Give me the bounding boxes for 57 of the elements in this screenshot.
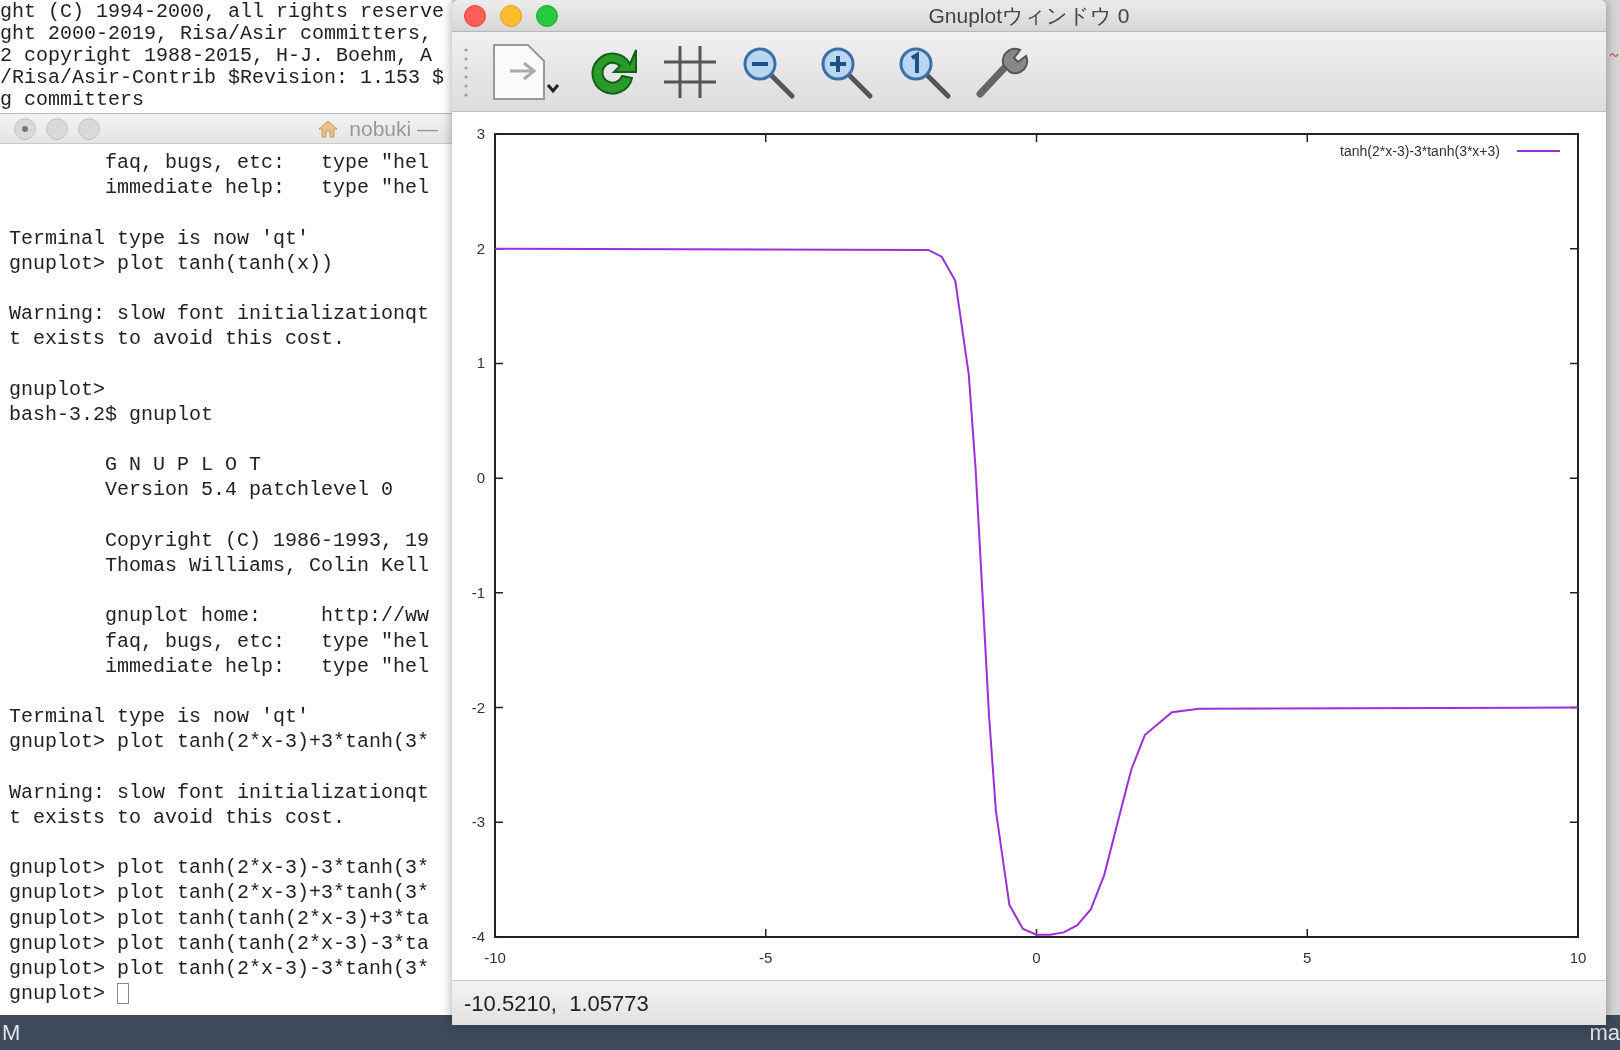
terminal-line: gnuplot> plot tanh(2*x-3)-3*tanh(3* — [9, 855, 430, 881]
y-tick-label: 3 — [476, 125, 485, 142]
grid-icon[interactable] — [662, 43, 718, 100]
desktop-label: M — [1, 1019, 21, 1047]
terminal-line: gnuplot> plot tanh(2*x-3)+3*tanh(3* — [9, 880, 430, 906]
terminal-line: Terminal type is now 'qt' — [9, 704, 310, 730]
close-button[interactable] — [14, 117, 36, 140]
y-tick-label: -1 — [471, 583, 485, 601]
y-tick-label: 0 — [476, 469, 485, 487]
terminal-line: G N U P L O T — [104, 452, 262, 478]
x-tick-label: 10 — [1569, 949, 1587, 966]
x-tick-label: -5 — [759, 949, 773, 966]
terminal-line: bash-3.2$ gnuplot — [9, 401, 214, 428]
x-tick-label: 5 — [1303, 949, 1312, 966]
zoom-button[interactable] — [536, 4, 558, 27]
terminal-line: Warning: slow font initializationqt — [9, 301, 430, 327]
terminal-line: Terminal type is now 'qt' — [9, 225, 310, 251]
terminal-line: gnuplot> plot tanh(2*x-3)+3*tanh(3* — [9, 729, 430, 755]
cursor-coordinates: -10.5210, 1.05773 — [464, 989, 649, 1018]
terminal-line: t exists to avoid this cost. — [9, 804, 346, 831]
squiggle-mark — [1610, 52, 1620, 58]
legend-label: tanh(2*x-3)-3*tanh(3*x+3) — [1340, 143, 1500, 159]
terminal-line: /Risa/Asir-Contrib $Revision: 1.153 $ — [0, 67, 446, 89]
terminal-line: immediate help: type "hel — [104, 653, 430, 679]
terminal-line: Thomas Williams, Colin Kell — [104, 553, 430, 579]
y-tick-label: -4 — [471, 928, 485, 945]
terminal-line: gnuplot> plot tanh(2*x-3)-3*tanh(3* — [9, 956, 430, 982]
terminal-line: gnuplot home: http://ww — [104, 603, 430, 629]
y-tick-label: -2 — [471, 698, 485, 716]
x-tick-label: -10 — [484, 949, 506, 966]
desktop-label: ma — [1589, 1019, 1620, 1047]
terminal-line: gnuplot> — [9, 376, 105, 402]
text-cursor — [117, 983, 130, 1005]
terminal-line: gnuplot> plot tanh(tanh(x)) — [9, 250, 334, 276]
terminal-line: faq, bugs, etc: type "hel — [104, 628, 430, 654]
home-icon — [317, 118, 340, 139]
y-tick-label: 2 — [476, 239, 485, 257]
window-title: nobuki — — [349, 115, 438, 142]
terminal-line: ght (C) 1994-2000, all rights reserve — [0, 1, 446, 23]
terminal-line: immediate help: type "hel — [104, 175, 430, 201]
window-title: Gnuplotウィンドウ 0 — [928, 2, 1130, 29]
terminal-line: Warning: slow font initializationqt — [9, 779, 430, 805]
y-tick-label: -3 — [471, 813, 485, 831]
terminal-line: gnuplot> plot tanh(tanh(2*x-3)+3*ta — [9, 905, 430, 931]
y-tick-label: 1 — [476, 354, 485, 372]
terminal-line: t exists to avoid this cost. — [9, 326, 346, 352]
close-button[interactable] — [464, 4, 486, 27]
terminal-line: faq, bugs, etc: type "hel — [104, 150, 430, 176]
terminal-line: gnuplot> — [9, 981, 106, 1007]
terminal-line: 2 copyright 1988-2015, H-J. Boehm, A — [0, 45, 434, 67]
terminal-line: Copyright (C) 1986-1993, 19 — [104, 527, 430, 553]
terminal-line: Version 5.4 patchlevel 0 — [104, 477, 394, 503]
x-tick-label: 0 — [1032, 949, 1041, 966]
terminal-line: gnuplot> plot tanh(tanh(2*x-3)-3*ta — [9, 930, 430, 956]
legend-line — [1516, 150, 1561, 152]
terminal-line: g committers — [0, 89, 146, 111]
terminal-line: ght 2000-2019, Risa/Asir committers, — [0, 23, 434, 45]
